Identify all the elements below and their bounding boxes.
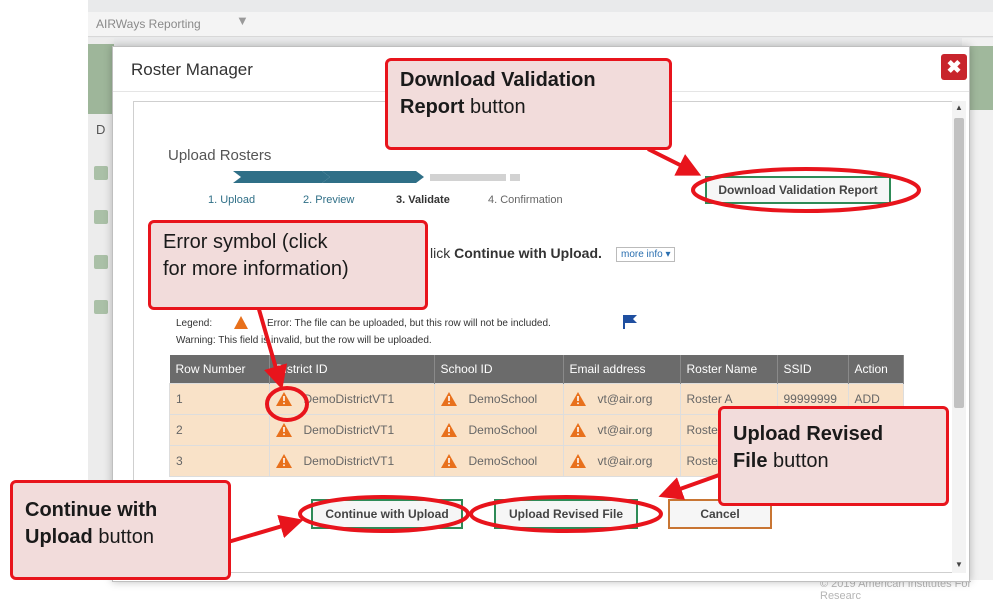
- legend-warning-flag-icon: [623, 315, 637, 329]
- cell-school-id: DemoSchool: [433, 414, 564, 446]
- cell-email: vt@air.org: [562, 445, 681, 477]
- more-info-dropdown[interactable]: more info ▾: [616, 247, 676, 262]
- header-roster-name[interactable]: Roster Name: [680, 355, 778, 384]
- error-icon[interactable]: [569, 454, 586, 469]
- school-id-value: DemoSchool: [468, 391, 538, 406]
- callout-continue-rest: button: [92, 526, 154, 548]
- step-confirmation: 4. Confirmation: [488, 194, 563, 206]
- cell-district-id: DemoDistrictVT1: [268, 445, 435, 477]
- close-icon[interactable]: ✖: [941, 54, 967, 80]
- callout-error-line1: Error symbol (click: [163, 231, 328, 253]
- cell-district-id: DemoDistrictVT1: [268, 383, 435, 415]
- sidebar-nav-icon[interactable]: [94, 166, 108, 180]
- callout-continue-bold: Continue with: [25, 499, 158, 521]
- app-left-letter: D: [96, 122, 106, 137]
- sidebar-nav-icon[interactable]: [94, 255, 108, 269]
- error-icon[interactable]: [440, 392, 457, 407]
- error-icon[interactable]: [275, 423, 292, 438]
- callout-upload-revised-bold2: File: [733, 450, 768, 472]
- legend-error-line: Legend: Error: The file can be uploaded,…: [176, 318, 551, 329]
- step-validate: 3. Validate: [396, 194, 450, 206]
- download-validation-report-button[interactable]: Download Validation Report: [705, 176, 891, 204]
- callout-error-symbol: Error symbol (click for more information…: [148, 220, 428, 310]
- error-icon[interactable]: [440, 423, 457, 438]
- upload-rosters-heading: Upload Rosters: [168, 147, 272, 164]
- district-id-value: DemoDistrictVT1: [303, 391, 395, 406]
- callout-upload-revised: Upload Revised File button: [718, 406, 949, 506]
- sidebar-nav-icon[interactable]: [94, 210, 108, 224]
- sidebar-nav-icon[interactable]: [94, 300, 108, 314]
- app-header-bar: [88, 12, 993, 37]
- cell-school-id: DemoSchool: [433, 445, 564, 477]
- error-icon[interactable]: [275, 454, 292, 469]
- cell-row-number: 3: [169, 445, 270, 477]
- continue-with-upload-button[interactable]: Continue with Upload: [311, 499, 463, 529]
- callout-upload-revised-bold: Upload Revised: [733, 423, 884, 445]
- error-icon[interactable]: [440, 454, 457, 469]
- email-value: vt@air.org: [597, 453, 653, 468]
- callout-error-line2: for more information): [163, 258, 349, 280]
- error-icon[interactable]: [275, 392, 292, 407]
- header-district-id[interactable]: District ID: [269, 355, 435, 384]
- instruction-bold: Continue with Upload.: [454, 245, 602, 261]
- legend-error-text: Error: The file can be uploaded, but thi…: [266, 318, 551, 329]
- header-school-id[interactable]: School ID: [434, 355, 564, 384]
- upload-revised-file-button[interactable]: Upload Revised File: [494, 499, 638, 529]
- header-ssid[interactable]: SSID: [777, 355, 849, 384]
- cell-row-number: 1: [169, 383, 270, 415]
- callout-continue-bold2: Upload: [25, 526, 93, 548]
- legend-warning-line: Warning: This field is invalid, but the …: [176, 335, 432, 346]
- callout-download-validation: Download Validation Report button: [385, 58, 672, 150]
- cell-school-id: DemoSchool: [433, 383, 564, 415]
- district-id-value: DemoDistrictVT1: [303, 453, 395, 468]
- step-upload: 1. Upload: [208, 194, 256, 206]
- step-preview: 2. Preview: [303, 194, 355, 206]
- email-value: vt@air.org: [597, 391, 653, 406]
- table-header-row: Row Number District ID School ID Email a…: [169, 355, 904, 384]
- callout-download-rest: button: [464, 96, 526, 118]
- callout-upload-revised-rest: button: [767, 450, 829, 472]
- app-left-panel-graphic: [88, 44, 114, 114]
- school-id-value: DemoSchool: [468, 453, 538, 468]
- scrollbar-thumb[interactable]: [954, 118, 964, 408]
- cell-email: vt@air.org: [562, 414, 681, 446]
- email-value: vt@air.org: [597, 422, 653, 437]
- modal-title: Roster Manager: [131, 60, 253, 79]
- callout-continue-upload: Continue with Upload button: [10, 480, 231, 580]
- callout-download-bold: Download Validation: [400, 69, 596, 91]
- scroll-up-arrow-icon[interactable]: ▲: [955, 103, 963, 112]
- app-dropdown-caret-icon[interactable]: ▼: [236, 13, 249, 28]
- school-id-value: DemoSchool: [468, 422, 538, 437]
- app-title: AIRWays Reporting: [96, 17, 201, 31]
- header-row-number[interactable]: Row Number: [169, 355, 270, 384]
- error-icon[interactable]: [569, 392, 586, 407]
- callout-download-bold2: Report: [400, 96, 465, 118]
- cell-district-id: DemoDistrictVT1: [268, 414, 435, 446]
- scroll-down-arrow-icon[interactable]: ▼: [955, 560, 963, 569]
- instruction-text: lick Continue with Upload.: [430, 245, 602, 261]
- cell-row-number: 2: [169, 414, 270, 446]
- cell-email: vt@air.org: [562, 383, 681, 415]
- instruction-prefix: lick: [430, 245, 455, 261]
- error-icon[interactable]: [569, 423, 586, 438]
- header-email[interactable]: Email address: [563, 355, 681, 384]
- legend-label: Legend:: [176, 318, 213, 329]
- district-id-value: DemoDistrictVT1: [303, 422, 395, 437]
- header-action[interactable]: Action: [848, 355, 904, 384]
- legend-error-icon: [234, 316, 248, 329]
